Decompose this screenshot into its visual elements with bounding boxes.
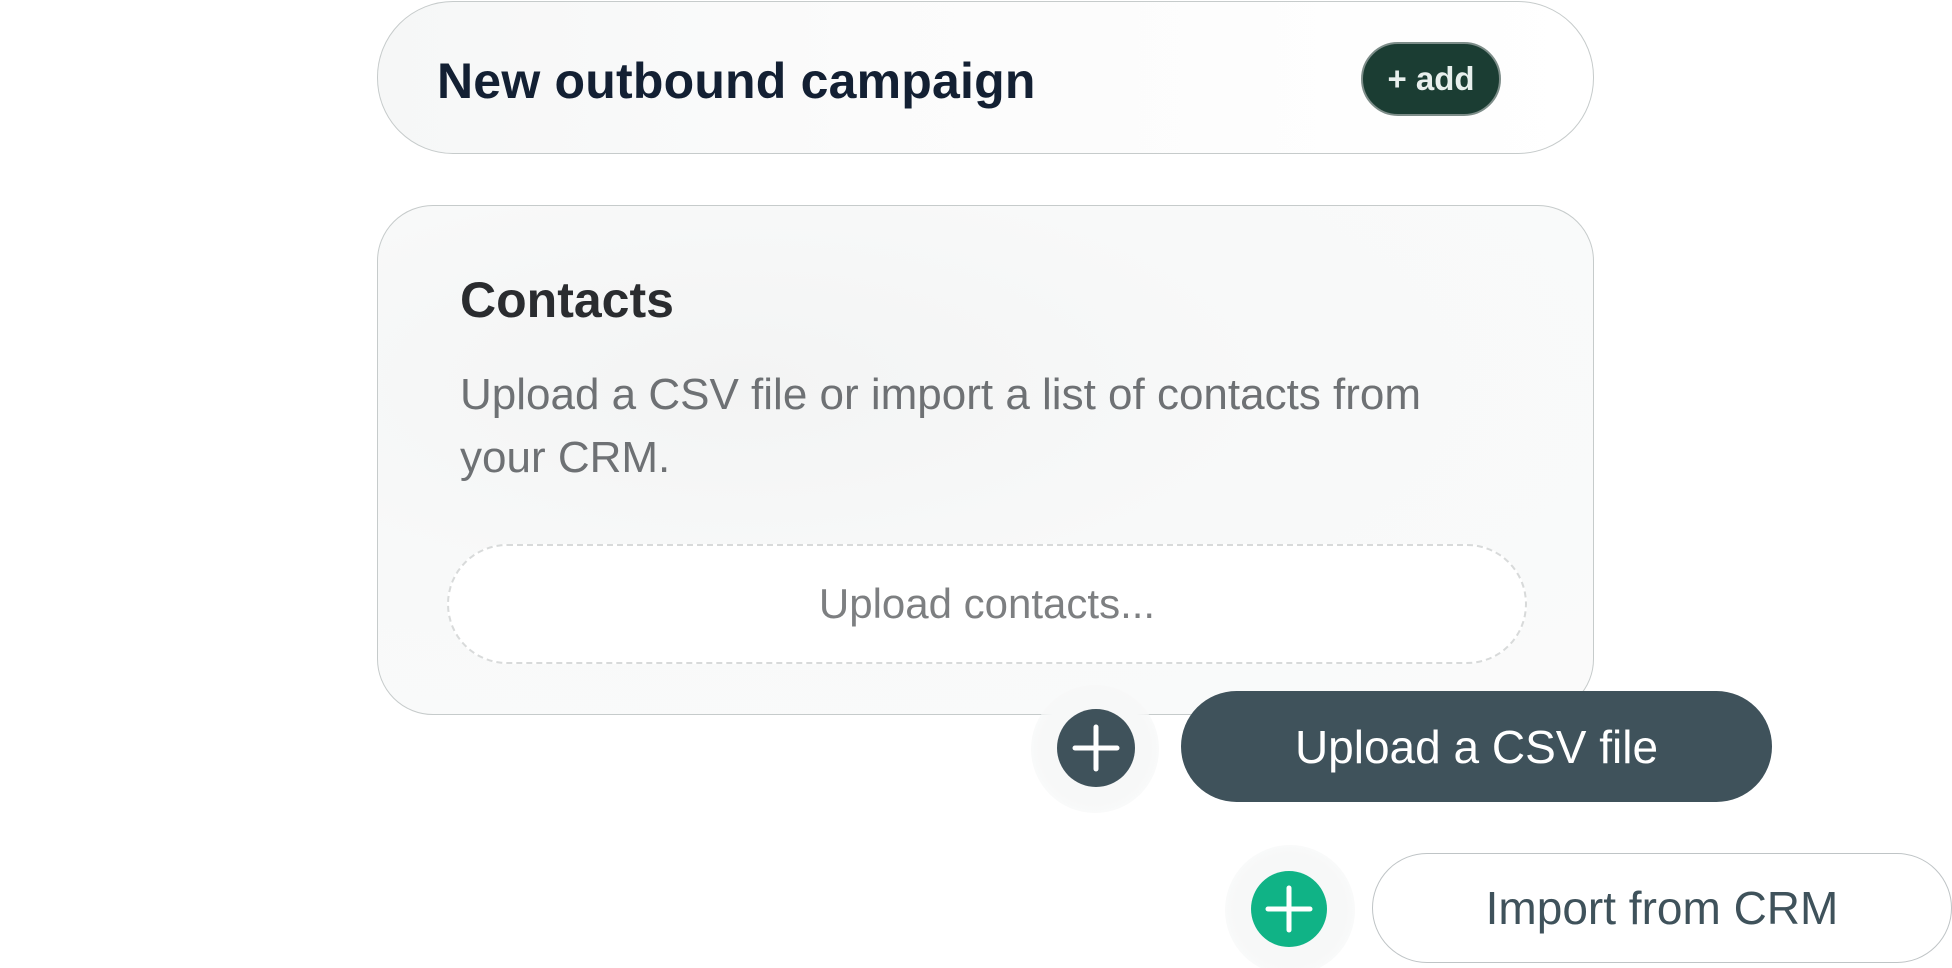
plus-icon xyxy=(1072,724,1120,772)
campaign-setup-screen: New outbound campaign + add Contacts Upl… xyxy=(0,0,1952,968)
import-crm-button[interactable]: Import from CRM xyxy=(1372,853,1952,963)
crm-plus-button[interactable] xyxy=(1251,871,1327,947)
contacts-title: Contacts xyxy=(460,272,674,328)
add-button[interactable]: + add xyxy=(1361,42,1501,116)
csv-plus-button[interactable] xyxy=(1057,709,1135,787)
page-title: New outbound campaign xyxy=(437,53,1036,109)
contacts-card: Contacts Upload a CSV file or import a l… xyxy=(377,205,1594,715)
contacts-description: Upload a CSV file or import a list of co… xyxy=(460,370,1422,482)
upload-csv-button[interactable]: Upload a CSV file xyxy=(1181,691,1772,802)
upload-contacts-dropzone[interactable]: Upload contacts... xyxy=(447,544,1527,664)
campaign-header-card: New outbound campaign + add xyxy=(377,1,1594,154)
plus-icon xyxy=(1265,885,1313,933)
